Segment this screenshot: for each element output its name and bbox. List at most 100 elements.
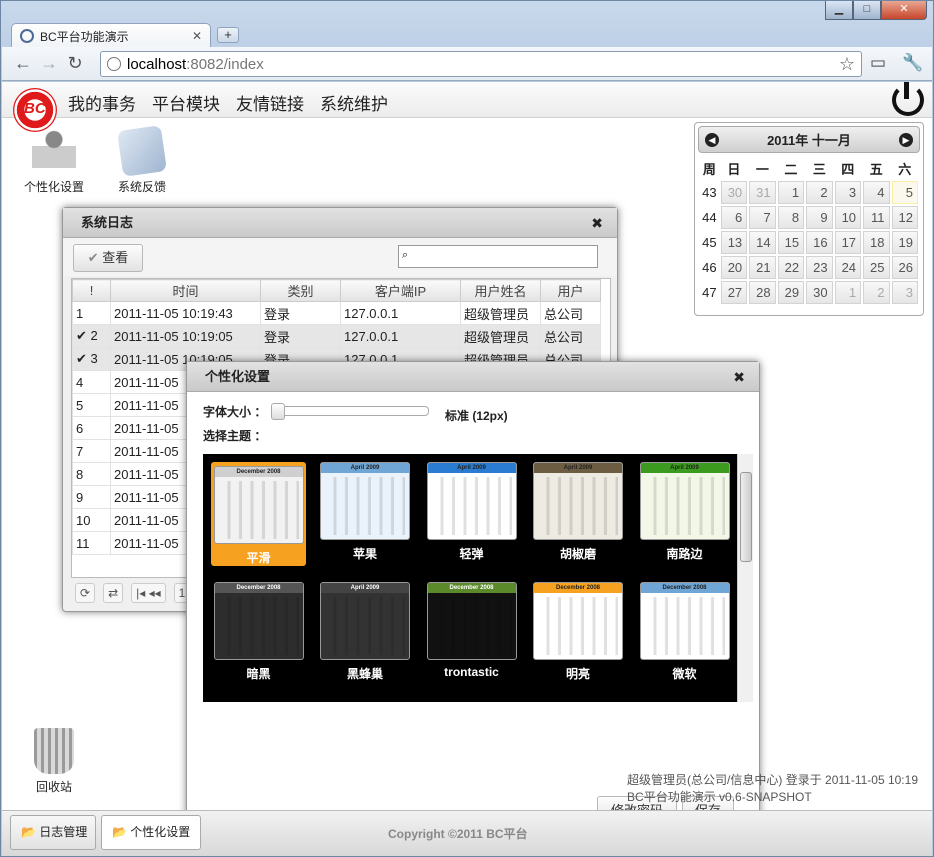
next-month-icon[interactable]: ▶ bbox=[898, 132, 913, 147]
font-size-slider[interactable] bbox=[271, 403, 429, 420]
theme-option[interactable]: April 2009 轻弹 bbox=[424, 462, 519, 562]
theme-option[interactable]: December 2008 trontastic bbox=[424, 582, 519, 679]
calendar-day[interactable]: 12 bbox=[891, 206, 918, 229]
calendar-day[interactable]: 1 bbox=[777, 181, 805, 204]
calendar-day[interactable]: 2 bbox=[863, 281, 890, 304]
wrench-icon[interactable]: 🔧 bbox=[902, 53, 923, 73]
maximize-button[interactable]: □ bbox=[853, 1, 881, 20]
column-header[interactable]: ! bbox=[72, 279, 111, 302]
calendar-day[interactable]: 23 bbox=[806, 256, 833, 279]
prev-month-icon[interactable]: ◀ bbox=[705, 132, 719, 147]
calendar-day[interactable]: 30 bbox=[806, 281, 833, 304]
calendar-day[interactable]: 27 bbox=[720, 281, 748, 304]
calendar-day[interactable]: 11 bbox=[863, 206, 890, 229]
menu-item-links[interactable]: 友情链接 bbox=[236, 90, 304, 115]
menu-item-maintenance[interactable]: 系统维护 bbox=[320, 90, 388, 115]
view-button[interactable]: ✔ 查看 bbox=[73, 244, 143, 272]
column-header[interactable]: 用户 bbox=[540, 279, 601, 302]
dialog-title-bar[interactable]: 系统日志 ✖ bbox=[63, 208, 617, 238]
calendar-day[interactable]: 16 bbox=[806, 231, 833, 254]
url-host: localhost bbox=[127, 55, 187, 73]
table-cell: 6 bbox=[72, 416, 111, 440]
menu-item-platform-modules[interactable]: 平台模块 bbox=[152, 90, 220, 115]
forward-icon[interactable]: → bbox=[36, 53, 62, 74]
first-page-icon[interactable]: |◂ ◂◂ bbox=[131, 583, 166, 603]
column-header[interactable]: 类别 bbox=[260, 279, 341, 302]
column-header[interactable]: 时间 bbox=[110, 279, 261, 302]
calendar-day[interactable]: 19 bbox=[891, 231, 918, 254]
taskbar-item-personal[interactable]: 📂 个性化设置 bbox=[101, 815, 201, 850]
theme-option[interactable]: December 2008 暗黑 bbox=[211, 582, 306, 682]
theme-option[interactable]: April 2009 南路边 bbox=[637, 462, 732, 562]
calendar-day[interactable]: 29 bbox=[777, 281, 805, 304]
calendar-day[interactable]: 2 bbox=[806, 181, 833, 204]
desktop-icon-feedback[interactable]: 系统反馈 bbox=[102, 125, 182, 195]
page-menu-icon[interactable]: ▭ bbox=[870, 53, 886, 73]
calendar-day[interactable]: 10 bbox=[834, 206, 862, 229]
search-input[interactable]: ⌕ bbox=[398, 245, 598, 268]
calendar-day[interactable]: 25 bbox=[863, 256, 890, 279]
reload-icon[interactable]: ↻ bbox=[62, 53, 88, 74]
address-bar[interactable]: localhost:8082/index ☆ bbox=[100, 51, 862, 77]
calendar-day[interactable]: 28 bbox=[749, 281, 776, 304]
calendar-day[interactable]: 30 bbox=[720, 181, 748, 204]
calendar-day[interactable]: 26 bbox=[891, 256, 918, 279]
calendar-day[interactable]: 17 bbox=[834, 231, 862, 254]
theme-option[interactable]: April 2009 苹果 bbox=[318, 462, 413, 562]
calendar-day[interactable]: 3 bbox=[834, 181, 862, 204]
browser-window: ▁ □ ✕ BC平台功能演示 ✕ + ← → ↻ localhost:8082/… bbox=[0, 0, 934, 857]
theme-option[interactable]: December 2008 平滑 bbox=[211, 462, 306, 566]
swap-icon[interactable]: ⇄ bbox=[103, 583, 124, 603]
weekday-header: 二 bbox=[784, 161, 798, 177]
calendar-day[interactable]: 4 bbox=[863, 181, 890, 204]
slider-handle[interactable] bbox=[271, 403, 285, 420]
calendar-day[interactable]: 31 bbox=[749, 181, 776, 204]
calendar-day[interactable]: 1 bbox=[834, 281, 862, 304]
minimize-button[interactable]: ▁ bbox=[825, 1, 853, 20]
theme-option[interactable]: April 2009 胡椒磨 bbox=[531, 462, 626, 562]
calendar-day[interactable]: 20 bbox=[720, 256, 748, 279]
theme-name: 胡椒磨 bbox=[559, 547, 596, 561]
dialog-title-bar[interactable]: 个性化设置 ✖ bbox=[187, 362, 759, 392]
theme-option[interactable]: December 2008 微软 bbox=[637, 582, 732, 682]
week-number: 44 bbox=[702, 210, 717, 225]
table-row[interactable]: ✔ 2 2011-11-05 10:19:05 登录 127.0.0.1 超级管理员 总公… bbox=[72, 324, 601, 348]
bookmark-star-icon[interactable]: ☆ bbox=[839, 54, 855, 75]
calendar-day[interactable]: 18 bbox=[863, 231, 890, 254]
browser-tab[interactable]: BC平台功能演示 ✕ bbox=[11, 23, 211, 48]
calendar-day[interactable]: 9 bbox=[806, 206, 833, 229]
column-header[interactable]: 客户端IP bbox=[340, 279, 461, 302]
new-tab-button[interactable]: + bbox=[217, 27, 239, 43]
calendar-day[interactable]: 3 bbox=[891, 281, 918, 304]
calendar-day[interactable]: 21 bbox=[749, 256, 776, 279]
theme-option[interactable]: December 2008 明亮 bbox=[531, 582, 626, 682]
desktop-icon-recycle[interactable]: 回收站 bbox=[14, 728, 94, 795]
close-icon[interactable]: ✖ bbox=[733, 362, 745, 392]
theme-option[interactable]: April 2009 黑蜂巢 bbox=[318, 582, 413, 682]
refresh-icon[interactable]: ⟳ bbox=[75, 583, 96, 603]
power-icon[interactable] bbox=[892, 82, 924, 116]
calendar-day[interactable]: 7 bbox=[749, 206, 776, 229]
vertical-scrollbar[interactable] bbox=[737, 454, 753, 702]
close-window-button[interactable]: ✕ bbox=[881, 1, 927, 20]
calendar-day[interactable]: 15 bbox=[777, 231, 805, 254]
trash-icon bbox=[34, 728, 74, 774]
calendar-day[interactable]: 24 bbox=[834, 256, 862, 279]
back-icon[interactable]: ← bbox=[10, 53, 36, 74]
calendar-day[interactable]: 8 bbox=[777, 206, 805, 229]
calendar-day[interactable]: 5 bbox=[891, 181, 918, 204]
logo-text: BC bbox=[24, 100, 46, 117]
calendar-day[interactable]: 6 bbox=[720, 206, 748, 229]
calendar-day[interactable]: 22 bbox=[777, 256, 805, 279]
table-cell: 2011-11-05 10:19:05 bbox=[110, 324, 261, 348]
table-row[interactable]: 1 2011-11-05 10:19:43 登录 127.0.0.1 超级管理员 总公司 bbox=[72, 301, 601, 325]
taskbar-item-log[interactable]: 📂 日志管理 bbox=[10, 815, 96, 850]
tab-close-icon[interactable]: ✕ bbox=[192, 29, 202, 43]
menu-item-my-tasks[interactable]: 我的事务 bbox=[68, 90, 136, 115]
desktop-icon-personal[interactable]: 个性化设置 bbox=[14, 128, 94, 195]
theme-name: 南路边 bbox=[666, 547, 703, 561]
calendar-day[interactable]: 13 bbox=[720, 231, 748, 254]
column-header[interactable]: 用户姓名 bbox=[460, 279, 541, 302]
close-icon[interactable]: ✖ bbox=[591, 208, 603, 238]
calendar-day[interactable]: 14 bbox=[749, 231, 776, 254]
